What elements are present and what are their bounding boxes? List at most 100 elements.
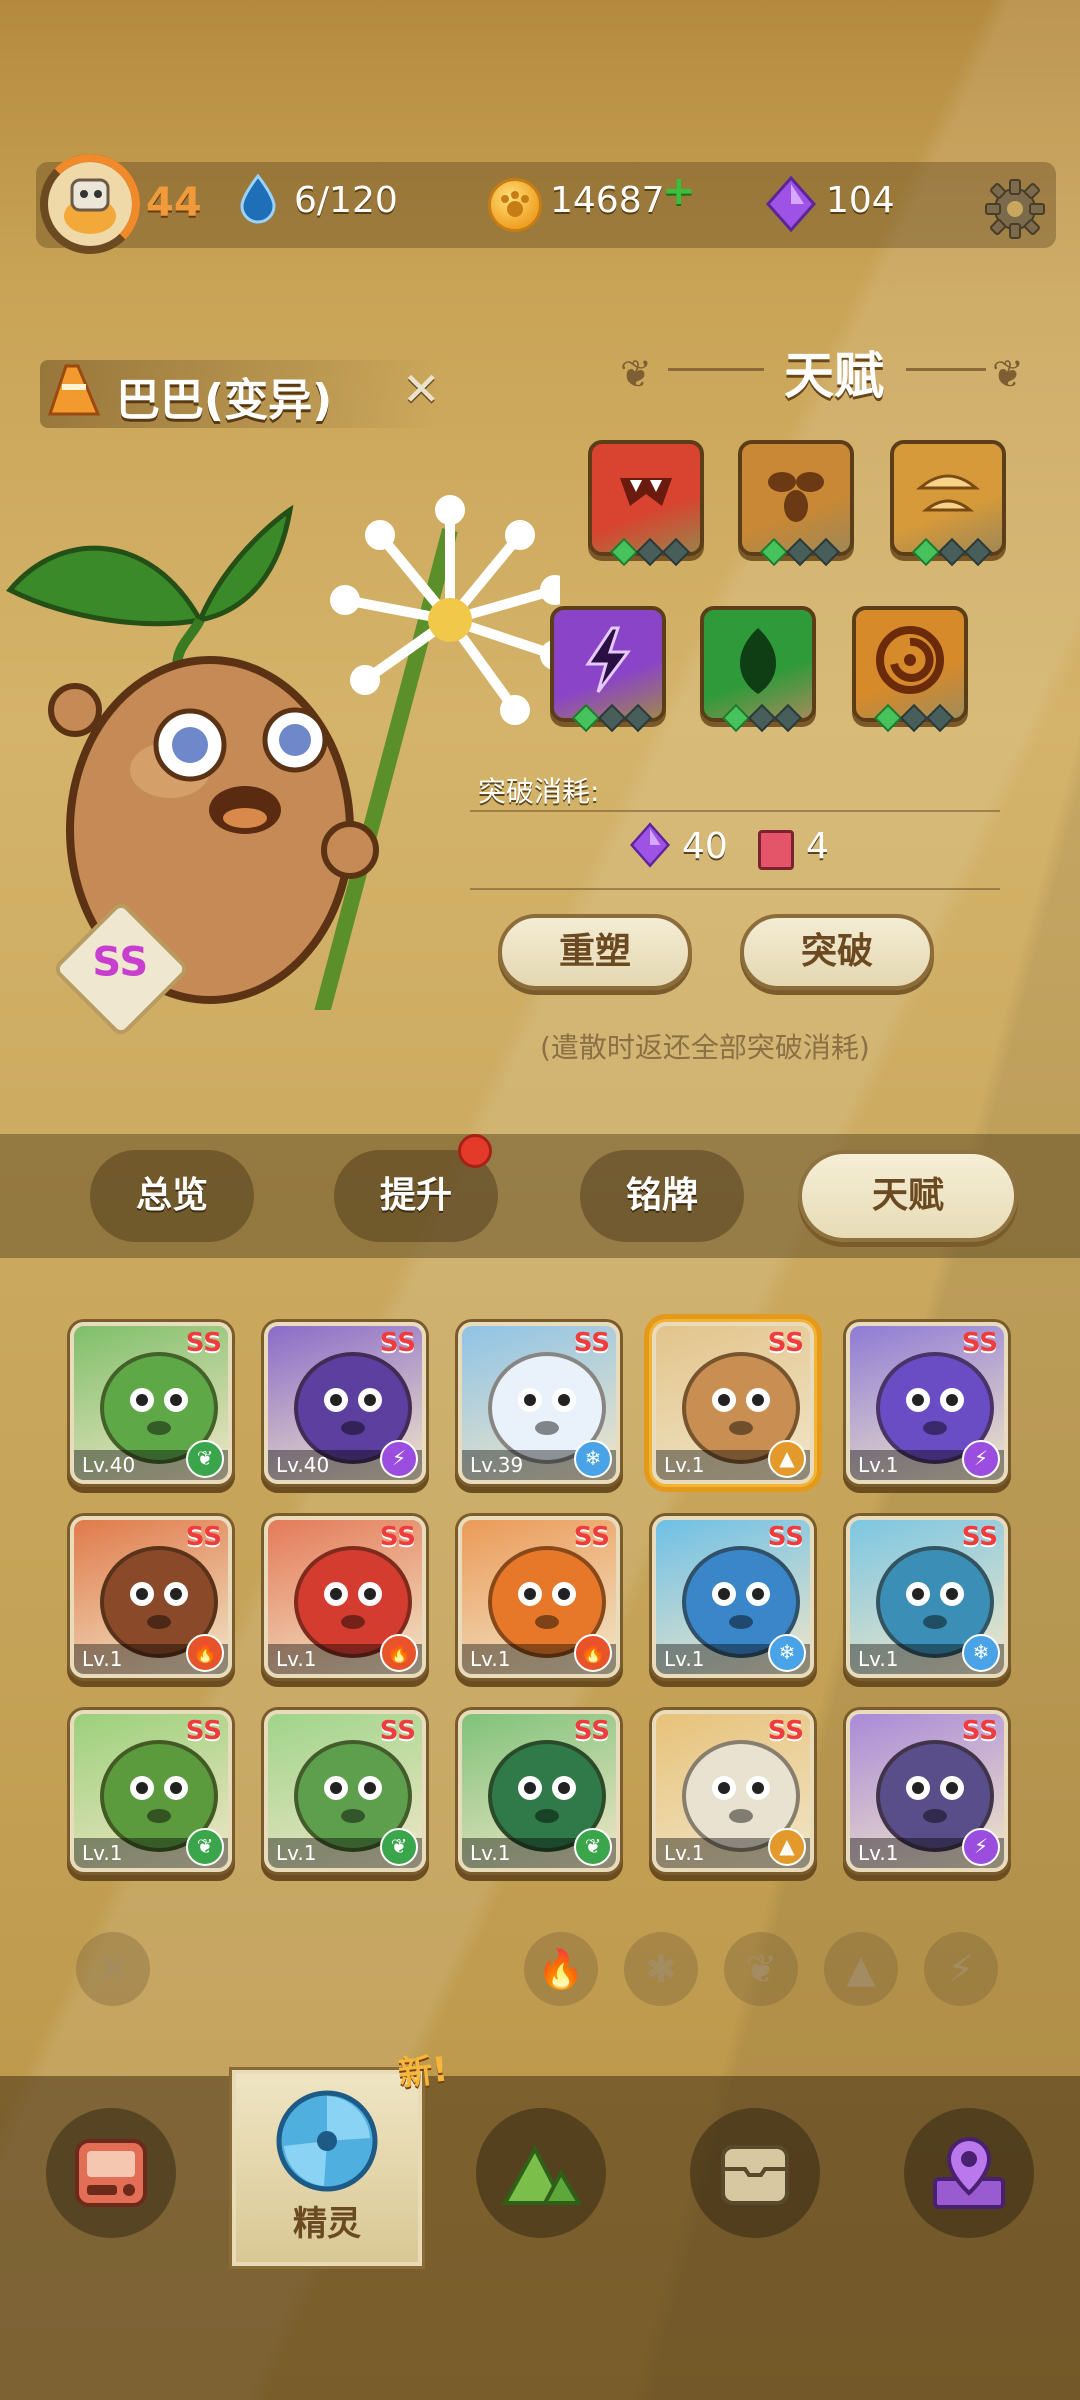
rarity-label: SS	[961, 1716, 998, 1746]
filter-lightning-button[interactable]: ⚡	[924, 1932, 998, 2006]
talent-title: 天赋	[784, 347, 884, 405]
tab-talent[interactable]: 天赋	[798, 1150, 1018, 1242]
rarity-label: SS	[573, 1716, 610, 1746]
pet-card[interactable]: SS Lv.1 🔥	[458, 1516, 620, 1678]
lightning-icon	[585, 626, 631, 693]
reshape-button[interactable]: 重塑	[498, 914, 692, 990]
talent-level-pips	[609, 537, 691, 567]
talent-skill[interactable]	[588, 440, 704, 567]
ornament-left-icon: ❦	[620, 352, 652, 396]
tab-nameplate[interactable]: 铭牌	[580, 1150, 744, 1242]
purple-gem-icon	[766, 176, 816, 232]
fire-element-icon: 🔥	[380, 1634, 418, 1672]
gem-value: 104	[826, 180, 895, 221]
talent-level-pips	[911, 537, 993, 567]
dismiss-refund-note: (遣散时返还全部突破消耗)	[540, 1031, 870, 1064]
leaf-element-icon: ❦	[186, 1828, 224, 1866]
fang-icon	[620, 478, 672, 506]
earth-element-icon	[48, 364, 100, 416]
rarity-label: SS	[185, 1328, 222, 1358]
clear-filter-button[interactable]: ✕	[76, 1932, 150, 2006]
rarity-label: SS	[573, 1522, 610, 1552]
earth-element-icon: ▲	[768, 1440, 806, 1478]
rarity-label: SS	[961, 1522, 998, 1552]
cloud-icon	[915, 474, 981, 512]
nav-inventory[interactable]	[690, 2108, 820, 2238]
talent-level-pips	[721, 703, 803, 733]
fire-element-icon: 🔥	[574, 1634, 612, 1672]
pet-card[interactable]: SS Lv.1 ❦	[264, 1710, 426, 1872]
rarity-label: SS	[185, 1716, 222, 1746]
leaf-icon	[740, 628, 776, 694]
earth-element-icon: ▲	[768, 1828, 806, 1866]
ornament-right-icon: ❦	[992, 352, 1024, 396]
console-icon	[75, 2139, 147, 2207]
nav-location[interactable]	[904, 2108, 1034, 2238]
pet-card[interactable]: SS Lv.1 ❄	[652, 1516, 814, 1678]
rarity-label: SS	[379, 1328, 416, 1358]
add-coins-button[interactable]: +	[662, 168, 696, 214]
lightning-element-icon: ⚡	[962, 1440, 1000, 1478]
pet-card[interactable]: SS Lv.1 ▲	[652, 1710, 814, 1872]
talent-level-pips	[873, 703, 955, 733]
talent-level-pips	[571, 703, 653, 733]
settings-gear-icon[interactable]	[982, 176, 1048, 242]
filter-fire-button[interactable]: 🔥	[524, 1932, 598, 2006]
filter-earth-button[interactable]: ▲	[824, 1932, 898, 2006]
talent-skill[interactable]	[550, 606, 666, 733]
cost-gems: 40	[682, 826, 728, 867]
rarity-label: SS	[961, 1328, 998, 1358]
new-tag: 新!	[396, 2049, 450, 2095]
pet-card[interactable]: SS Lv.1 ❦	[70, 1710, 232, 1872]
nav-map[interactable]	[476, 2108, 606, 2238]
talent-skill[interactable]	[738, 440, 854, 567]
potato-character-illustration	[6, 495, 560, 1010]
notification-dot	[458, 1134, 492, 1168]
rarity-label: SS	[767, 1522, 804, 1552]
seed-icon	[768, 472, 824, 522]
pet-orb-icon	[276, 2090, 378, 2192]
pet-card[interactable]: SS Lv.1 🔥	[264, 1516, 426, 1678]
lightning-element-icon: ⚡	[962, 1828, 1000, 1866]
location-pin-icon	[933, 2136, 1005, 2209]
filter-leaf-button[interactable]: ❦	[724, 1932, 798, 2006]
chest-icon	[721, 2145, 789, 2205]
pet-card[interactable]: SS Lv.40 ⚡	[264, 1322, 426, 1484]
water-drop-icon	[240, 174, 276, 224]
filter-ice-button[interactable]: ✱	[624, 1932, 698, 2006]
talent-skill[interactable]	[890, 440, 1006, 567]
pet-card[interactable]: SS Lv.1 ❄	[846, 1516, 1008, 1678]
pet-card[interactable]: SS Lv.1 ⚡	[846, 1710, 1008, 1872]
talent-level-pips	[759, 537, 841, 567]
talent-skill[interactable]	[852, 606, 968, 733]
rarity-label: SS	[379, 1716, 416, 1746]
pet-card[interactable]: SS Lv.1 ⚡	[846, 1322, 1008, 1484]
breakthrough-button[interactable]: 突破	[740, 914, 934, 990]
pet-card[interactable]: SS Lv.1 ▲	[652, 1322, 814, 1484]
pet-card[interactable]: SS Lv.39 ❄	[458, 1322, 620, 1484]
pet-card[interactable]: SS Lv.40 ❦	[70, 1322, 232, 1484]
divider	[470, 810, 1000, 812]
pet-card[interactable]: SS Lv.1 ❦	[458, 1710, 620, 1872]
title-divider-right	[906, 368, 986, 371]
swirl-icon	[876, 626, 944, 694]
ice-element-icon: ❄	[574, 1440, 612, 1478]
ice-element-icon: ❄	[768, 1634, 806, 1672]
tab-overview[interactable]: 总览	[90, 1150, 254, 1242]
rarity-label: SS	[185, 1522, 222, 1552]
rarity-label: SS	[379, 1522, 416, 1552]
close-icon[interactable]: ✕	[402, 362, 441, 416]
player-level: 44	[146, 180, 202, 226]
cost-books: 4	[806, 826, 829, 867]
stamina-value: 6/120	[294, 180, 398, 221]
pet-card[interactable]: SS Lv.1 🔥	[70, 1516, 232, 1678]
leaf-element-icon: ❦	[380, 1828, 418, 1866]
paw-coin-icon	[488, 178, 542, 232]
leaf-element-icon: ❦	[186, 1440, 224, 1478]
nav-pets-label: 精灵	[293, 2204, 361, 2244]
nav-home[interactable]	[46, 2108, 176, 2238]
player-avatar[interactable]	[40, 154, 140, 254]
mountain-icon	[501, 2144, 581, 2205]
talent-skill[interactable]	[700, 606, 816, 733]
rarity-label: SS	[767, 1716, 804, 1746]
